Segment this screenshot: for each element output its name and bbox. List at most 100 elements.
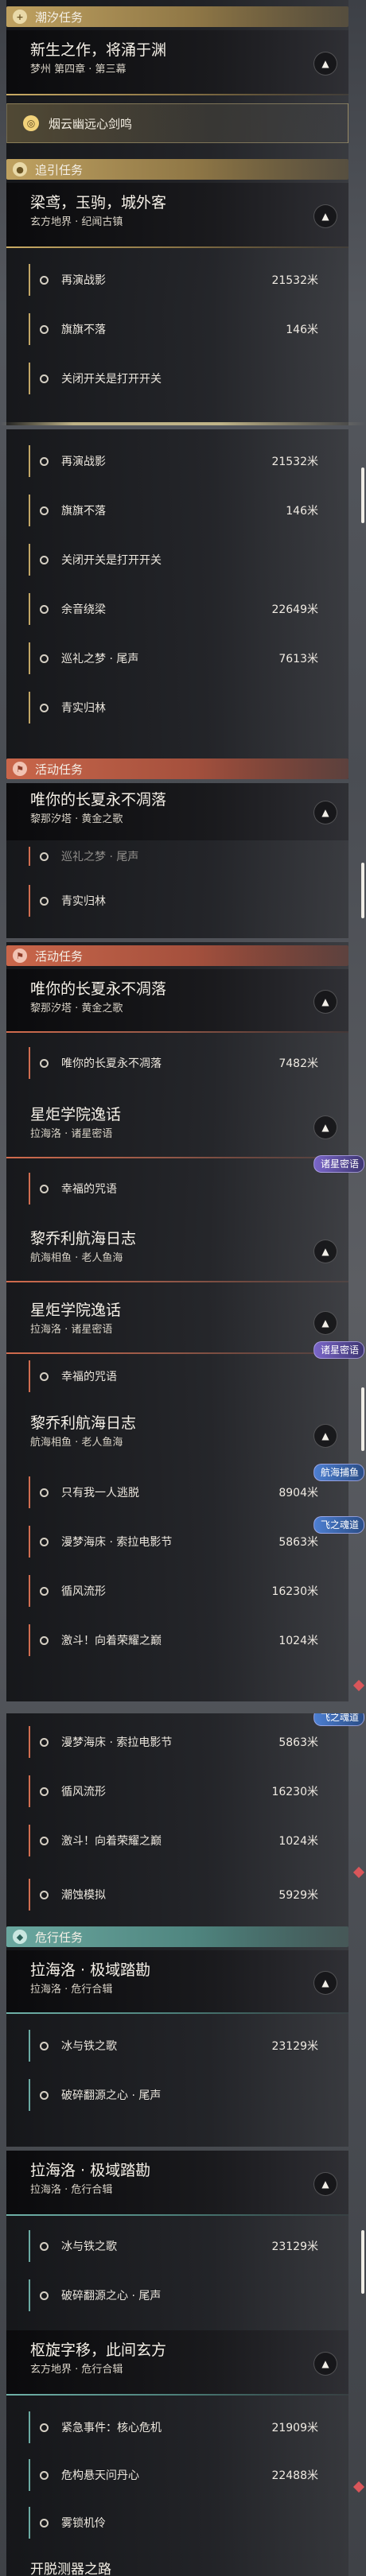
chevron-up-icon[interactable]: ▲: [313, 204, 337, 228]
quest-card-danger-1[interactable]: 拉海洛 · 极域踏勘 拉海洛 · 危行合辑 ▲: [6, 1950, 348, 2014]
quest-title: 拉海洛 · 极域踏勘: [30, 2162, 151, 2179]
objective-row[interactable]: 激斗！向着荣耀之巅 1024米: [6, 1818, 348, 1863]
objective-row-partial[interactable]: 巡礼之梦 · 尾声: [6, 840, 348, 872]
objective-row[interactable]: 幸福的咒语: [6, 1166, 348, 1211]
objective-row[interactable]: 漫梦海床 · 索拉电影节 5863米: [6, 1519, 348, 1564]
quest-card-activity-1[interactable]: 唯你的长夏永不凋落 黎那汐塔 · 黄金之歌 ▲: [6, 783, 348, 840]
scrollbar-thumb[interactable]: [361, 863, 364, 918]
chevron-up-icon[interactable]: ▲: [313, 1115, 337, 1139]
circle-marker-icon: [40, 275, 49, 285]
scrollbar-thumb[interactable]: [361, 2230, 364, 2294]
objective-row[interactable]: 余音绕梁 22649米: [6, 587, 348, 631]
tracked-objective[interactable]: ◎ 烟云幽远心剑鸣: [6, 103, 348, 143]
objective-name: 紧急事件：核心危机: [61, 2422, 162, 2434]
objective-row[interactable]: 危构悬天问丹心 22488米: [6, 2453, 348, 2497]
quest-title: 枢旋字移，此间玄方: [30, 2341, 167, 2359]
chevron-up-icon[interactable]: ▲: [313, 52, 337, 76]
section-header-guide[interactable]: ● 追引任务: [6, 159, 348, 180]
objective-distance: 5929米: [278, 1889, 318, 1902]
quest-card-tide-main[interactable]: 新生之作，将涌于渊 梦州 第四章 · 第三幕 ▲: [6, 30, 348, 95]
objective-row[interactable]: 青实归林: [6, 685, 348, 730]
objective-row[interactable]: 旗旗不落 146米: [6, 307, 348, 351]
quest-title: 新生之作，将涌于渊: [30, 41, 167, 59]
objective-row[interactable]: 漫梦海床 · 索拉电影节 5863米: [6, 1720, 348, 1764]
objective-name: 旗旗不落: [61, 505, 106, 518]
objective-row[interactable]: 关闭开关是打开开关: [6, 537, 348, 582]
objective-name: 关闭开关是打开开关: [61, 554, 162, 567]
quest-card-danger-2[interactable]: 枢旋字移，此间玄方 玄方地界 · 危行合辑 ▲: [6, 2330, 348, 2396]
chevron-up-icon[interactable]: ▲: [313, 1311, 337, 1335]
objective-distance: 23129米: [271, 2240, 318, 2253]
quest-title: 唯你的长夏永不凋落: [30, 980, 167, 998]
quest-card-activity-3[interactable]: 黎乔利航海日志 航海相鱼 · 老人鱼海 ▲: [6, 1219, 348, 1282]
quest-card-activity-1[interactable]: 唯你的长夏永不凋落 黎那汐塔 · 黄金之歌 ▲: [6, 969, 348, 1033]
objective-distance: 8904米: [278, 1487, 318, 1499]
objective-row[interactable]: 旗旗不落 146米: [6, 488, 348, 533]
objective-name: 激斗！向着荣耀之巅: [61, 1635, 162, 1647]
objective-distance: 16230米: [271, 1786, 318, 1798]
quest-subtitle: 黎那汐塔 · 黄金之歌: [30, 1003, 123, 1014]
objective-row[interactable]: 巡礼之梦 · 尾声 7613米: [6, 636, 348, 681]
card-underline: [6, 246, 348, 248]
objective-row[interactable]: 激斗！向着荣耀之巅 1024米: [6, 1618, 348, 1662]
objective-row[interactable]: 紧急事件：核心危机 21909米: [6, 2405, 348, 2450]
quest-card-activity-2[interactable]: 星炬学院逸话 拉海洛 · 诸星密语 ▲: [6, 1095, 348, 1158]
objective-row[interactable]: 唯你的长夏永不凋落 7482米: [6, 1041, 348, 1085]
quest-card-danger-1[interactable]: 拉海洛 · 极域踏勘 拉海洛 · 危行合辑 ▲: [6, 2151, 348, 2216]
objective-name: 巡礼之梦 · 尾声: [61, 851, 139, 863]
objective-name: 雾锁机伶: [61, 2517, 106, 2530]
quest-title: 星炬学院逸话: [30, 1302, 122, 1319]
circle-marker-icon: [40, 703, 49, 712]
section-header-tide[interactable]: + 潮汐任务: [6, 6, 348, 27]
quest-title: 黎乔利航海日志: [30, 1230, 137, 1247]
quest-title: 黎乔利航海日志: [30, 1414, 137, 1432]
chevron-up-icon[interactable]: ▲: [313, 990, 337, 1014]
section-title: 追引任务: [35, 162, 84, 177]
objective-name: 漫梦海床 · 索拉电影节: [61, 1536, 173, 1549]
objective-row[interactable]: 关闭开关是打开开关: [6, 356, 348, 401]
objective-row[interactable]: 雾锁机伶: [6, 2500, 348, 2545]
quest-subtitle: 梦州 第四章 · 第三幕: [30, 64, 127, 76]
quest-title-cutoff[interactable]: 开脱测器之路: [30, 2556, 111, 2576]
circle-marker-icon: [40, 896, 49, 906]
quest-subtitle: 拉海洛 · 诸星密语: [30, 1128, 113, 1140]
segment-divider: [0, 422, 366, 425]
quest-card-activity-2[interactable]: 星炬学院逸话 拉海洛 · 诸星密语 ▲: [6, 1290, 348, 1354]
objective-distance: 22649米: [271, 603, 318, 616]
location-pin-icon: ●: [13, 162, 27, 177]
scrollbar-thumb[interactable]: [361, 1387, 364, 1451]
objective-row[interactable]: 循风流形 16230米: [6, 1569, 348, 1613]
circle-marker-icon: [40, 1787, 49, 1796]
objective-row[interactable]: 冰与铁之歌 23129米: [6, 2023, 348, 2068]
circle-marker-icon: [40, 324, 49, 334]
objective-row[interactable]: 循风流形 16230米: [6, 1769, 348, 1814]
objective-row[interactable]: 冰与铁之歌 23129米: [6, 2224, 348, 2268]
chevron-up-icon[interactable]: ▲: [313, 1424, 337, 1448]
chevron-up-icon[interactable]: ▲: [313, 2172, 337, 2196]
objective-row[interactable]: 幸福的咒语: [6, 1354, 348, 1399]
objective-row[interactable]: 只有我一人逃脱 8904米: [6, 1470, 348, 1515]
chevron-up-icon[interactable]: ▲: [313, 1240, 337, 1263]
section-header-activity[interactable]: ⚑ 活动任务: [6, 758, 348, 779]
chevron-up-icon[interactable]: ▲: [313, 1971, 337, 1995]
quest-card-activity-3[interactable]: 黎乔利航海日志 航海相鱼 · 老人鱼海 ▲: [6, 1403, 348, 1467]
objective-row[interactable]: 再演战影 21532米: [6, 258, 348, 302]
objective-row[interactable]: 破碎翻源之心 · 尾声: [6, 2273, 348, 2318]
objective-distance: 7482米: [278, 1057, 318, 1070]
section-header-danger[interactable]: ◆ 危行任务: [6, 1926, 348, 1947]
scrollbar-thumb[interactable]: [361, 467, 364, 523]
quest-card-guide-main[interactable]: 梁鸢，玉驹，城外客 玄方地界 · 纪闻古镇 ▲: [6, 183, 348, 248]
chevron-up-icon[interactable]: ▲: [313, 2352, 337, 2376]
objective-name: 青实归林: [61, 702, 106, 715]
quest-subtitle: 航海相鱼 · 老人鱼海: [30, 1437, 123, 1449]
objective-name: 余音绕梁: [61, 603, 106, 616]
chevron-up-icon[interactable]: ▲: [313, 801, 337, 824]
objective-row[interactable]: 青实归林: [6, 879, 348, 923]
objective-row[interactable]: 再演战影 21532米: [6, 439, 348, 483]
objective-row[interactable]: 破碎翻源之心 · 尾声: [6, 2073, 348, 2117]
objective-distance: 23129米: [271, 2040, 318, 2053]
objective-name: 青实归林: [61, 895, 106, 908]
section-header-activity[interactable]: ⚑ 活动任务: [6, 945, 348, 966]
objective-row[interactable]: 潮蚀模拟 5929米: [6, 1872, 348, 1917]
quest-subtitle: 玄方地界 · 危行合辑: [30, 2364, 123, 2376]
